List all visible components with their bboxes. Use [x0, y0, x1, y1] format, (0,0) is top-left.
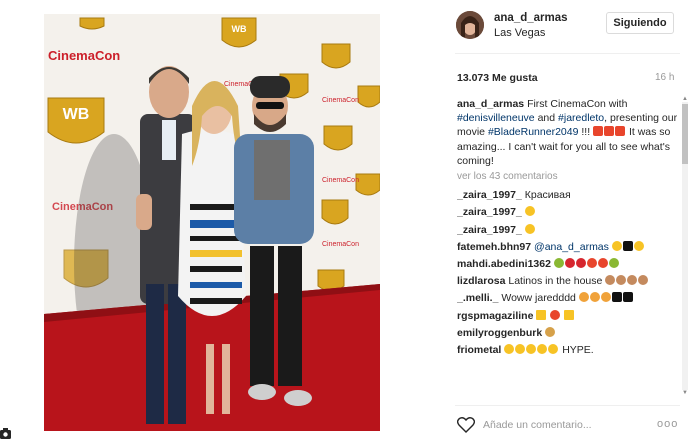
comment: fatemeh.bhn97 @ana_d_armas — [457, 240, 679, 254]
add-comment-input[interactable]: Añade un comentario... — [483, 419, 592, 431]
comment-mention[interactable]: @ana_d_armas — [534, 241, 609, 253]
following-button[interactable]: Siguiendo — [606, 12, 674, 34]
post-header: ana_d_armas Las Vegas Siguiendo — [447, 0, 690, 53]
svg-text:CinemaCon: CinemaCon — [322, 97, 359, 104]
post-details-panel: ana_d_armas Las Vegas Siguiendo 13.073 M… — [447, 0, 690, 443]
post-photo[interactable]: WB WB CinemaCon CinemaCon CinemaCon Cine… — [44, 14, 380, 431]
avatar[interactable] — [456, 11, 484, 39]
comment: _.melli._ Woww jaredddd — [457, 291, 679, 305]
cat-heart-eyes-emoji-icon — [589, 292, 600, 303]
svg-text:CinemaCon: CinemaCon — [48, 48, 120, 63]
comment: _zaira_1997_ — [457, 205, 679, 219]
flower-emoji-icon — [608, 258, 619, 269]
svg-text:CinemaCon: CinemaCon — [322, 241, 359, 248]
comment-username[interactable]: _.melli._ — [457, 292, 498, 304]
caption-text-2: and — [537, 112, 556, 125]
comments-list: ana_d_armas First CinemaCon with #denisv… — [457, 97, 679, 397]
heart-eyes-emoji-icon — [633, 240, 644, 251]
cat-heart-eyes-emoji-icon — [600, 292, 611, 303]
heart-eyes-emoji-icon — [548, 344, 559, 355]
clap-emoji-icon — [616, 275, 627, 286]
caption-username[interactable]: ana_d_armas — [457, 98, 524, 110]
caption-text-4: !!! — [581, 126, 591, 139]
svg-text:CinemaCon: CinemaCon — [322, 177, 359, 184]
comment-text: HYPE. — [562, 344, 594, 357]
comments-scrollbar[interactable]: ▲ ▼ — [681, 96, 689, 396]
heart-eyes-emoji-icon — [611, 240, 622, 251]
heart-emoji-icon — [550, 309, 561, 320]
heart-eyes-emoji-icon — [537, 344, 548, 355]
hashtag-denisvilleneuve[interactable]: #denisvilleneuve — [457, 112, 535, 124]
heart-emoji-icon — [586, 258, 597, 269]
clap-emoji-icon — [627, 275, 638, 286]
comment: _zaira_1997_ Красивая — [457, 188, 679, 202]
comment-username[interactable]: mahdi.abedini1362 — [457, 258, 551, 270]
hashtag-jaredleto[interactable]: #jaredleto — [558, 112, 604, 124]
comment-text: Latinos in the house — [508, 275, 603, 288]
view-all-comments-link[interactable]: ver los 43 comentarios — [457, 170, 679, 184]
instagram-post-view: WB WB CinemaCon CinemaCon CinemaCon Cine… — [0, 0, 690, 443]
heart-emoji-icon — [597, 258, 608, 269]
heart-eyes-emoji-icon — [526, 344, 537, 355]
location[interactable]: Las Vegas — [494, 27, 545, 39]
instagram-camera-icon[interactable] — [0, 426, 11, 440]
comment-username[interactable]: rgspmagaziline — [457, 310, 533, 322]
heart-eyes-emoji-icon — [504, 344, 515, 355]
scrollbar-thumb[interactable] — [682, 104, 688, 164]
likes-count[interactable]: 13.073 Me gusta — [457, 72, 538, 84]
comment: rgspmagaziline — [457, 309, 679, 323]
comment: lizdlarosa Latinos in the house — [457, 274, 679, 288]
flower-emoji-icon — [553, 258, 564, 269]
comment-username[interactable]: emilyroggenburk — [457, 327, 542, 339]
ok-hand-emoji-icon — [545, 326, 556, 337]
username[interactable]: ana_d_armas — [494, 12, 568, 24]
muscle-emoji-icon — [605, 275, 616, 286]
divider — [455, 53, 680, 54]
lips-emoji-icon — [575, 258, 586, 269]
photo-illustration: WB WB CinemaCon CinemaCon CinemaCon Cine… — [44, 14, 380, 431]
smile-emoji-icon — [524, 223, 535, 234]
lightning-emoji-icon — [564, 309, 575, 320]
clap-emoji-icon — [638, 275, 649, 286]
svg-text:WB: WB — [63, 106, 90, 123]
cat-heart-eyes-emoji-icon — [578, 292, 589, 303]
scroll-down-arrow-icon[interactable]: ▼ — [681, 390, 689, 396]
comment-username[interactable]: _zaira_1997_ — [457, 189, 522, 201]
comment: mahdi.abedini1362 — [457, 257, 679, 271]
more-options-button[interactable]: ooo — [657, 418, 678, 430]
comment-username[interactable]: _zaira_1997_ — [457, 224, 522, 236]
hashtag-bladerunner2049[interactable]: #BladeRunner2049 — [488, 126, 579, 138]
anger-emoji-icon — [615, 126, 626, 137]
comment-text: Woww jaredddd — [501, 292, 576, 305]
caption-text-1: First CinemaCon with — [527, 98, 628, 110]
comment-username[interactable]: fatemeh.bhn97 — [457, 241, 531, 253]
comment-footer: Añade un comentario... ooo — [447, 405, 690, 443]
anger-emoji-icon — [604, 126, 615, 137]
lightning-emoji-icon — [536, 309, 547, 320]
comment-text: Красивая — [524, 189, 571, 202]
post-age[interactable]: 16 h — [655, 72, 674, 83]
heart-eyes-emoji-icon — [524, 206, 535, 217]
heart-eyes-emoji-icon — [515, 344, 526, 355]
comment: friometal HYPE. — [457, 343, 679, 357]
comment-username[interactable]: friometal — [457, 344, 501, 356]
black-heart-emoji-icon — [622, 240, 633, 251]
comment-username[interactable]: _zaira_1997_ — [457, 206, 522, 218]
comment: emilyroggenburk — [457, 326, 679, 340]
heart-outline-icon[interactable] — [457, 417, 475, 433]
comment-username[interactable]: lizdlarosa — [457, 275, 505, 287]
comment: _zaira_1997_ — [457, 223, 679, 237]
lips-emoji-icon — [564, 258, 575, 269]
svg-text:WB: WB — [232, 24, 247, 34]
black-heart-emoji-icon — [611, 292, 622, 303]
caption: ana_d_armas First CinemaCon with #denisv… — [457, 97, 679, 168]
black-heart-emoji-icon — [622, 292, 633, 303]
anger-emoji-icon — [593, 126, 604, 137]
